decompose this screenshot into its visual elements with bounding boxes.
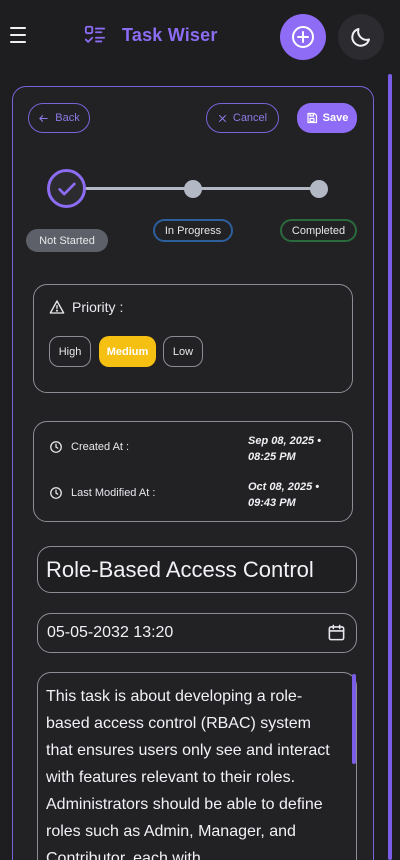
status-label-in-progress[interactable]: In Progress (153, 219, 233, 242)
created-at-label: Created At : (49, 440, 129, 454)
clock-icon (50, 441, 62, 453)
calendar-icon[interactable] (327, 623, 346, 642)
app-title: Task Wiser (122, 24, 218, 45)
due-date-input[interactable]: 05-05-2032 13:20 (37, 613, 357, 653)
task-list-icon (84, 25, 106, 43)
brand: Task Wiser (84, 24, 218, 46)
created-at-value: Sep 08, 2025 • 08:25 PM (248, 435, 321, 463)
save-icon (307, 112, 317, 124)
last-modified-value: Oct 08, 2025 • 09:43 PM (248, 481, 320, 509)
status-label-completed[interactable]: Completed (280, 219, 357, 242)
save-label: Save (322, 112, 349, 124)
save-button[interactable]: Save (297, 103, 357, 133)
status-label-not-started[interactable]: Not Started (26, 229, 108, 252)
moon-icon (351, 28, 370, 47)
last-modified-label: Last Modified At : (49, 486, 155, 500)
add-task-button[interactable] (280, 14, 326, 60)
theme-toggle-button[interactable] (338, 14, 384, 60)
priority-medium-button[interactable]: Medium (99, 336, 156, 367)
priority-label: Priority : (72, 299, 124, 315)
status-step-completed[interactable] (310, 180, 328, 198)
page-scrollbar[interactable] (388, 74, 392, 860)
warning-icon (49, 300, 65, 314)
back-label: Back (55, 112, 80, 124)
back-button[interactable]: Back (28, 103, 90, 133)
check-icon (57, 182, 76, 195)
priority-low-button[interactable]: Low (163, 336, 203, 367)
cancel-button[interactable]: Cancel (206, 103, 279, 133)
description-scrollbar[interactable] (352, 674, 356, 764)
task-description-textarea[interactable]: This task is about developing a role-bas… (37, 672, 357, 860)
priority-high-button[interactable]: High (49, 336, 91, 367)
close-icon (218, 114, 226, 122)
created-at-text: Created At : (71, 441, 130, 453)
priority-heading: Priority : (49, 299, 123, 315)
status-step-not-started[interactable] (47, 169, 86, 208)
cancel-label: Cancel (232, 112, 268, 124)
clock-icon (50, 487, 62, 499)
status-step-in-progress[interactable] (184, 180, 202, 198)
task-title-input[interactable]: Role-Based Access Control (37, 546, 357, 593)
app-header: Task Wiser (0, 0, 400, 74)
last-modified-text: Last Modified At : (71, 487, 156, 499)
arrow-left-icon (39, 114, 48, 122)
hamburger-menu-icon[interactable] (10, 27, 26, 43)
plus-circle-icon (292, 26, 314, 48)
